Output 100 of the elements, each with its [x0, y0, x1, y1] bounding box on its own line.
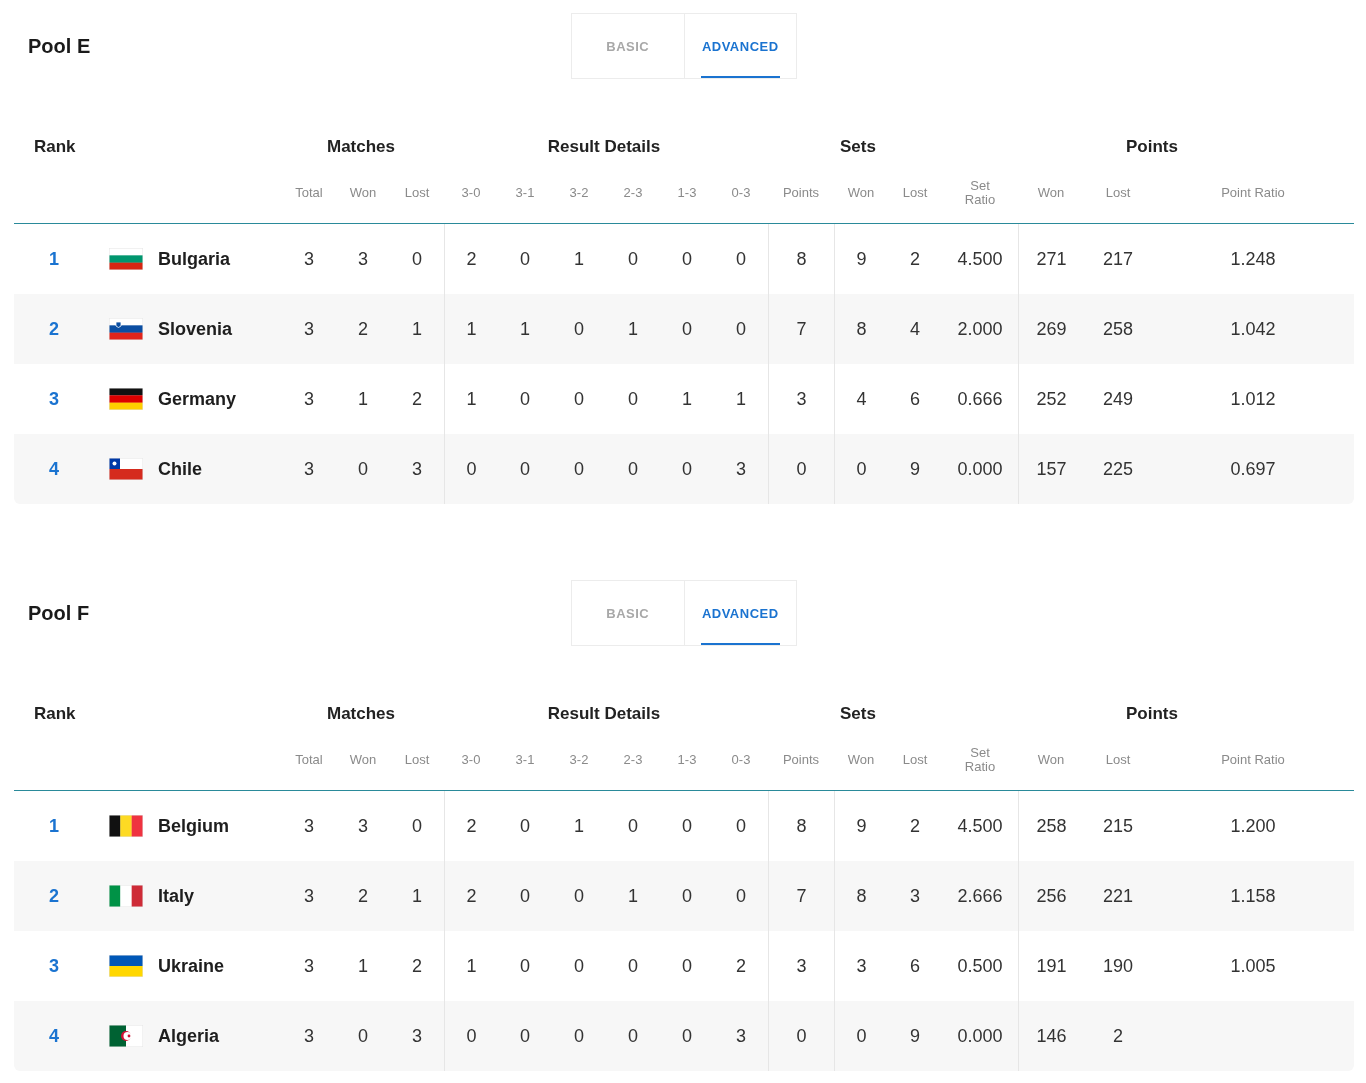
stat-value: 0 [574, 388, 584, 410]
stat-value: 2 [910, 248, 920, 270]
group-header: Sets [840, 704, 876, 723]
rank-number: 1 [49, 815, 59, 837]
stat-value: 1 [628, 885, 638, 907]
stat-value: 1.248 [1230, 248, 1276, 270]
stat-value: 3 [796, 388, 807, 410]
rank-number: 1 [49, 248, 59, 270]
stat-value: 1 [412, 885, 422, 907]
stat-value: 1.042 [1230, 318, 1276, 340]
stat-value: 0 [856, 1025, 867, 1047]
stat-value: 1.200 [1230, 815, 1276, 837]
stat-value: 0 [628, 815, 638, 837]
team-name: Ukraine [158, 955, 225, 977]
stat-value: 0.000 [957, 1025, 1003, 1047]
rank-number: 3 [49, 388, 59, 410]
group-header: Points [1126, 704, 1178, 723]
stat-value: 0.666 [957, 388, 1003, 410]
stat-value: 0 [628, 458, 638, 480]
pool-title: Pool F [27, 601, 90, 624]
stat-value: 0 [358, 458, 368, 480]
group-header: Matches [327, 704, 395, 723]
stat-value: 0 [574, 318, 584, 340]
stat-value: 0 [520, 815, 530, 837]
stat-value: 0 [466, 458, 477, 480]
stat-value: 190 [1102, 955, 1133, 977]
column-header: 2-3 [623, 753, 643, 767]
flag-icon [109, 458, 143, 480]
stat-value: 3 [412, 1025, 422, 1047]
stat-value: 157 [1036, 458, 1067, 480]
stat-value: 0 [412, 815, 422, 837]
column-header: Lost [404, 753, 430, 767]
stat-value: 7 [796, 885, 807, 907]
stat-value: 0.500 [957, 955, 1003, 977]
flag-icon [109, 885, 143, 907]
column-header: 0-3 [731, 186, 751, 200]
stat-value: 0 [682, 318, 692, 340]
stat-value: 191 [1036, 955, 1067, 977]
stat-value: 1 [574, 815, 584, 837]
column-header: Won [847, 753, 875, 767]
stat-value: 3 [796, 955, 807, 977]
stat-value: 4.500 [957, 815, 1003, 837]
stat-value: 3 [910, 885, 920, 907]
stat-value: 2 [466, 815, 477, 837]
group-header: Rank [34, 137, 76, 156]
column-header: 1-3 [677, 186, 697, 200]
stat-value: 256 [1036, 885, 1067, 907]
stat-value: 271 [1036, 248, 1067, 270]
column-header: Won [1037, 753, 1065, 767]
stat-value: 3 [304, 815, 314, 837]
stat-value: 0 [682, 248, 692, 270]
stat-value: 0 [520, 1025, 530, 1047]
stat-value: 1 [412, 318, 422, 340]
stat-value: 2 [412, 388, 422, 410]
stat-value: 0 [682, 815, 692, 837]
stat-value: 4.500 [957, 248, 1003, 270]
flag-icon [109, 815, 143, 837]
stat-value: 6 [910, 388, 920, 410]
stat-value: 9 [910, 458, 920, 480]
team-name: Germany [158, 388, 237, 410]
stat-value: 1 [520, 318, 530, 340]
stat-value: 0 [520, 388, 530, 410]
flag-icon [109, 318, 143, 340]
column-header: Lost [902, 186, 928, 200]
stat-value: 0 [574, 955, 584, 977]
stat-value: 3 [304, 318, 314, 340]
column-header: Total [295, 186, 323, 200]
stat-value: 3 [304, 955, 314, 977]
column-header: 1-3 [677, 753, 697, 767]
stat-value: 0 [520, 458, 530, 480]
team-name: Bulgaria [158, 248, 231, 270]
stat-value: 9 [856, 248, 867, 270]
column-header: Set Ratio [963, 179, 997, 207]
stat-value: 4 [856, 388, 867, 410]
stat-value: 1 [466, 318, 477, 340]
pool-title: Pool E [27, 34, 91, 57]
stat-value: 3 [856, 955, 867, 977]
stat-value: 0 [628, 1025, 638, 1047]
stat-value: 3 [358, 815, 368, 837]
stat-value: 0 [628, 388, 638, 410]
column-header: Point Ratio [1221, 753, 1285, 767]
stat-value: 0 [466, 1025, 477, 1047]
flag-icon [109, 388, 143, 410]
group-header: Result Details [547, 704, 661, 723]
stat-value: 3 [304, 248, 314, 270]
stat-value: 3 [304, 885, 314, 907]
stat-value: 0 [682, 955, 692, 977]
stat-value: 0 [520, 955, 530, 977]
stat-value: 2 [412, 955, 422, 977]
stat-value: 0 [520, 248, 530, 270]
stat-value: 2.666 [957, 885, 1003, 907]
column-header: Won [847, 186, 875, 200]
stat-value: 8 [856, 885, 867, 907]
column-header: 3-1 [515, 753, 535, 767]
team-name: Slovenia [158, 318, 233, 340]
stat-value: 3 [736, 1025, 746, 1047]
team-name: Belgium [158, 815, 229, 837]
stat-value: 0 [574, 458, 584, 480]
column-header: 3-0 [461, 186, 481, 200]
stat-value: 0 [736, 248, 746, 270]
